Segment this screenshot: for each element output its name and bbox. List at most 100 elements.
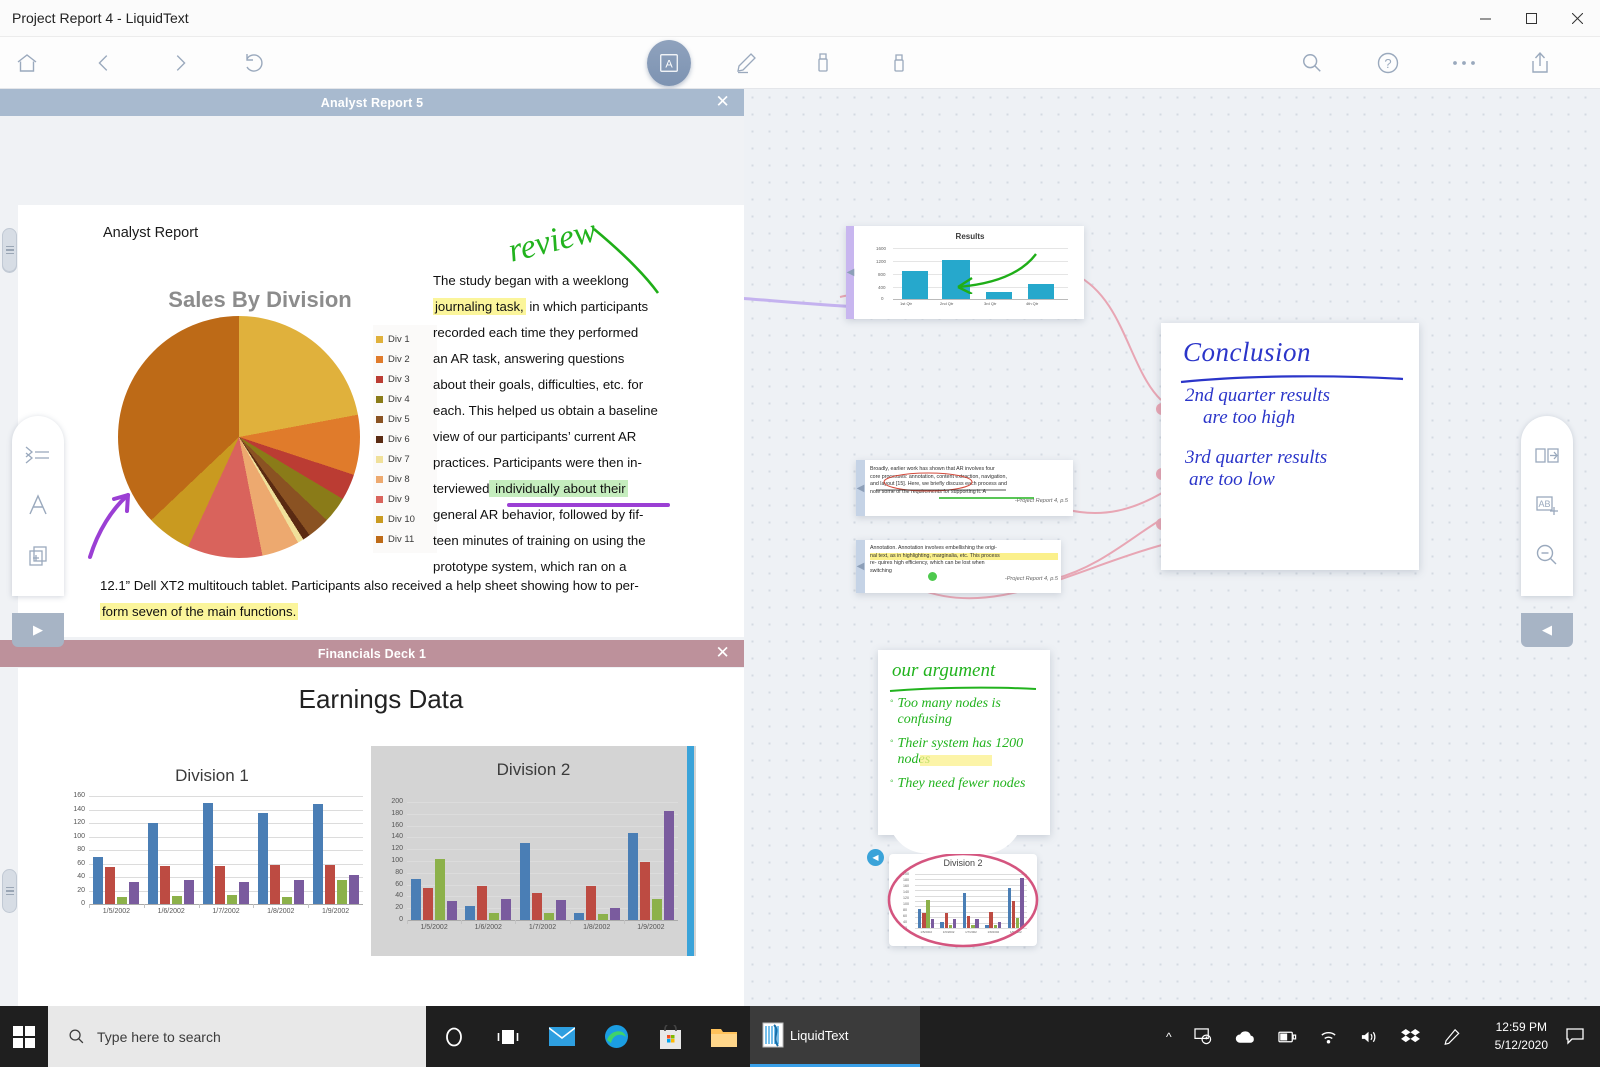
help-icon[interactable]: ? [1370,45,1406,81]
taskbar-active-app-liquidtext[interactable]: LiquidText [750,1006,920,1067]
onedrive-icon[interactable] [1235,1030,1256,1044]
start-button[interactable] [0,1006,48,1067]
back-icon[interactable] [86,45,122,81]
file-explorer-icon[interactable] [697,1006,751,1067]
forward-icon[interactable] [162,45,198,81]
home-icon[interactable] [9,45,45,81]
chevron-up-icon[interactable]: ^ [1166,1030,1172,1044]
highlighter-tool-icon[interactable] [805,45,841,81]
more-icon[interactable] [1446,45,1482,81]
pie-chart-legend: Div 1 Div 2 Div 3 Div 4 Div 5 Div 6 Div 7 Div 8… [373,325,437,553]
y-axis-tick: 40 [77,873,85,880]
bar [215,865,225,904]
bar [585,885,596,920]
green-dot-marker[interactable] [928,572,937,581]
document-body-text[interactable]: The study began with a weeklong journali… [433,268,683,580]
notifications-icon[interactable] [1566,1027,1584,1050]
zoom-out-icon[interactable] [1525,530,1569,580]
undo-icon[interactable] [236,45,272,81]
legend-item: Div 11 [373,529,437,549]
app-toolbar: A ? [0,37,1600,89]
wifi-icon[interactable] [1319,1029,1338,1045]
left-rail-expand-button[interactable]: ▶ [12,613,64,647]
excerpt-collapse-button[interactable]: ◀ [867,849,884,866]
taskbar-clock[interactable]: 12:59 PM 5/12/2020 [1495,1018,1548,1054]
add-page-icon[interactable] [16,530,60,580]
excerpt-card-division2[interactable]: Division 2 200 180 160 140 120 100 80 60… [867,849,1039,948]
bullet-icon: ◦ [890,736,894,747]
bar [501,899,512,920]
maximize-button[interactable] [1508,0,1554,37]
excerpt-card-1[interactable]: ◀ Broadly, earlier work has shown that A… [856,460,1073,516]
document-header-financials-deck[interactable]: Financials Deck 1 ✕ [0,640,744,667]
share-icon[interactable] [1522,45,1558,81]
mail-icon[interactable] [535,1006,589,1067]
add-comment-icon[interactable]: AB [1525,480,1569,530]
windows-taskbar[interactable]: Type here to search LiquidText ^ 12:59 P… [0,1006,1600,1067]
close-icon[interactable]: ✕ [716,92,730,112]
display-icon[interactable] [1194,1028,1213,1045]
bar [918,909,922,928]
close-button[interactable] [1554,0,1600,37]
right-tool-rail[interactable]: AB [1521,416,1573,596]
search-icon[interactable] [1294,45,1330,81]
window-controls [1462,0,1600,37]
legend-item: Div 5 [373,409,437,429]
text-select-tool-icon[interactable]: A [647,40,691,86]
minimize-button[interactable] [1462,0,1508,37]
bar [953,918,957,928]
bar [543,912,554,920]
bar [651,898,662,920]
grid-line [407,813,678,815]
highlight-yellow: journaling task, [433,298,526,315]
document-pane[interactable]: Analyst Report 5 ✕ Analyst Report review… [0,89,744,1006]
document-body-text-2[interactable]: 12.1” Dell XT2 multitouch tablet. Partic… [100,573,680,625]
y-axis-tick: 60 [395,880,403,888]
chevron-left-icon[interactable]: ◀ [855,481,866,495]
body-line: teen minutes of training on using the [433,533,646,548]
split-view-icon[interactable] [1525,430,1569,480]
store-icon[interactable] [643,1006,697,1067]
cortana-icon[interactable] [427,1006,481,1067]
excerpt-card-results[interactable]: ◀ Results 1600 1200 800 400 0 1st Qtr 2n… [846,226,1084,319]
dropbox-icon[interactable] [1400,1028,1420,1045]
x-axis-tick: 1/8/2002 [267,908,295,915]
workspace-canvas[interactable]: ◀ Results 1600 1200 800 400 0 1st Qtr 2n… [671,89,1600,1006]
note-conclusion[interactable]: Conclusion 2nd quarter results are too h… [1161,323,1419,570]
bar [312,804,323,904]
y-axis-tick: 60 [77,859,85,867]
taskbar-search-box[interactable]: Type here to search [48,1006,426,1067]
document-page-financials-deck[interactable]: Earnings Data Division 1 0 20 40 60 80 100 120… [18,668,744,1006]
close-icon[interactable]: ✕ [716,643,730,663]
legend-label: Div 2 [388,353,410,365]
chevron-left-icon[interactable]: ◀ [845,266,856,280]
eraser-tool-icon[interactable] [881,45,917,81]
right-rail-collapse-button[interactable]: ◀ [1521,613,1573,647]
collapse-lines-icon[interactable] [16,430,60,480]
body-line: terviewed individually about their [433,480,628,497]
bar [962,892,967,928]
battery-icon[interactable] [1277,1029,1297,1045]
document-page-analyst-report[interactable]: Analyst Report review Sales By Division … [18,205,744,637]
document-header-analyst-report[interactable]: Analyst Report 5 ✕ [0,89,744,116]
volume-icon[interactable] [1360,1029,1379,1045]
edge-icon[interactable] [589,1006,643,1067]
system-tray[interactable]: ^ [1155,1006,1472,1067]
document-scroll-thumb-bottom[interactable] [2,869,17,913]
highlight-green: individually about their [489,480,628,497]
bar [967,915,971,928]
pen-tool-icon[interactable] [728,45,764,81]
note-argument[interactable]: our argument ◦ Too many nodes is confusi… [878,650,1050,835]
chevron-left-icon[interactable]: ◀ [855,560,866,574]
bar [239,881,249,904]
excerpt-card-2[interactable]: ◀ Annotation. Annotation involves embell… [856,540,1061,593]
left-tool-rail[interactable] [12,416,64,596]
y-axis-tick: 160 [391,821,403,829]
body-line: The study began with a weeklong [433,273,629,288]
legend-swatch [376,535,383,543]
bar [609,907,620,920]
text-size-icon[interactable] [16,480,60,530]
pen-icon[interactable] [1442,1028,1461,1046]
workspace-scroll-thumb[interactable] [2,228,17,272]
task-view-icon[interactable] [481,1006,535,1067]
